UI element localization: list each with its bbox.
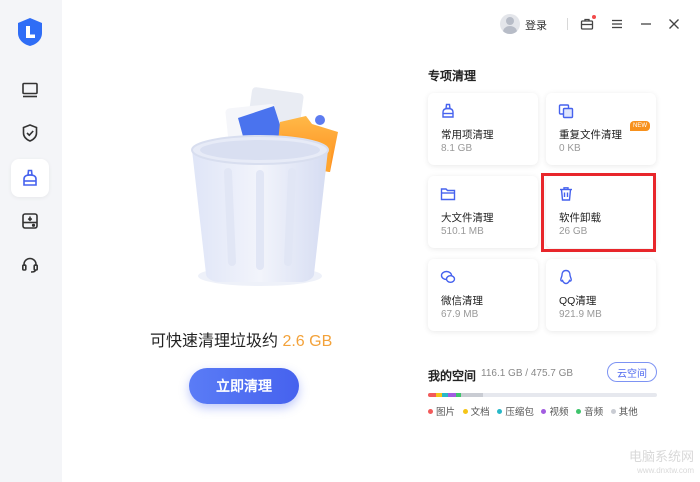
selection-highlight-box xyxy=(541,173,656,252)
computer-icon xyxy=(22,82,38,98)
menu-button[interactable] xyxy=(608,15,626,33)
card-size: 0 KB xyxy=(559,143,581,154)
card-label: 微信清理 xyxy=(441,295,483,307)
junk-size-value: 2.6 GB xyxy=(282,333,333,350)
card-common-clean[interactable]: 常用项清理 8.1 GB xyxy=(428,93,538,165)
duplicate-files-icon xyxy=(558,103,574,119)
sidebar-item-support[interactable] xyxy=(11,246,49,284)
toolbox-button[interactable] xyxy=(578,15,596,33)
card-size: 67.9 MB xyxy=(441,309,479,320)
legend-label: 压缩包 xyxy=(505,407,534,418)
watermark-line1: 电脑系统网 xyxy=(628,449,694,464)
watermark-line2: www.dnxtw.com xyxy=(637,466,694,475)
legend-item-archives: 压缩包 xyxy=(497,404,534,418)
broom-clean-icon xyxy=(23,169,37,186)
card-size: 8.1 GB xyxy=(441,143,473,154)
legend-item-docs: 文档 xyxy=(462,404,490,418)
card-qq-clean[interactable]: QQ清理 921.9 MB xyxy=(546,259,656,331)
close-button[interactable] xyxy=(665,15,683,33)
minimize-button[interactable] xyxy=(637,15,655,33)
legend-label: 音频 xyxy=(584,407,604,418)
special-clean-title: 专项清理 xyxy=(428,69,477,83)
toolbox-icon xyxy=(580,18,594,30)
minimize-icon xyxy=(641,23,651,25)
legend-item-other: 其他 xyxy=(610,404,638,418)
card-size: 510.1 MB xyxy=(441,226,484,237)
folder-icon xyxy=(440,186,456,202)
storage-segment-other xyxy=(461,393,483,397)
card-label: 重复文件清理 xyxy=(559,129,622,141)
close-icon xyxy=(669,19,679,29)
legend-label: 文档 xyxy=(470,407,490,418)
wechat-icon xyxy=(440,269,456,285)
sidebar xyxy=(0,0,62,482)
card-size: 921.9 MB xyxy=(559,309,602,320)
storage-segment-images xyxy=(428,393,436,397)
qq-icon xyxy=(558,269,574,285)
legend-item-images: 图片 xyxy=(428,404,455,418)
legend-item-audio: 音频 xyxy=(576,404,603,418)
storage-usage-bar xyxy=(428,393,657,397)
card-duplicate-files[interactable]: NEW 重复文件清理 0 KB xyxy=(546,93,656,165)
new-badge: NEW xyxy=(630,121,650,131)
legend-label: 其他 xyxy=(618,407,638,418)
titlebar-divider xyxy=(567,18,568,30)
legend-label: 视频 xyxy=(549,407,569,418)
card-wechat-clean[interactable]: 微信清理 67.9 MB xyxy=(428,259,538,331)
storage-legend: 图片 文档 压缩包 视频 音频 其他 xyxy=(428,404,643,418)
my-space-title: 我的空间 xyxy=(428,369,477,383)
drive-icon xyxy=(22,213,38,229)
notification-dot xyxy=(592,15,596,19)
junk-size-prefix: 可快速清理垃圾约 xyxy=(150,333,283,350)
sidebar-item-clean[interactable] xyxy=(11,159,49,197)
headset-icon xyxy=(21,257,38,273)
trash-bin-illustration xyxy=(191,87,338,286)
shield-icon xyxy=(22,124,38,142)
card-label: QQ清理 xyxy=(559,295,597,307)
sidebar-item-security[interactable] xyxy=(11,114,49,152)
title-bar: 登录 xyxy=(62,0,700,48)
sidebar-item-drive[interactable] xyxy=(11,202,49,240)
storage-segment-videos xyxy=(448,393,456,397)
card-large-files[interactable]: 大文件清理 510.1 MB xyxy=(428,176,538,248)
sidebar-item-computer[interactable] xyxy=(11,71,49,109)
legend-label: 图片 xyxy=(436,407,456,418)
cloud-space-button[interactable]: 云空间 xyxy=(607,362,657,382)
menu-icon xyxy=(612,19,622,29)
junk-size-summary: 可快速清理垃圾约 2.6 GB xyxy=(150,327,400,351)
broom-icon xyxy=(440,103,456,119)
app-logo-icon xyxy=(18,18,42,46)
main-area: 登录 可快速清理垃圾约 2.6 GB 立即清理 专项清理 常用项清理 8.1 G… xyxy=(62,0,700,482)
card-label: 大文件清理 xyxy=(441,212,494,224)
card-label: 常用项清理 xyxy=(441,129,494,141)
avatar-icon[interactable] xyxy=(500,14,520,34)
login-link[interactable]: 登录 xyxy=(525,17,547,33)
watermark: 电脑系统网 www.dnxtw.com xyxy=(629,450,694,478)
my-space-usage: 116.1 GB / 475.7 GB xyxy=(481,368,574,379)
clean-now-button[interactable]: 立即清理 xyxy=(189,368,299,404)
legend-item-videos: 视频 xyxy=(541,404,568,418)
